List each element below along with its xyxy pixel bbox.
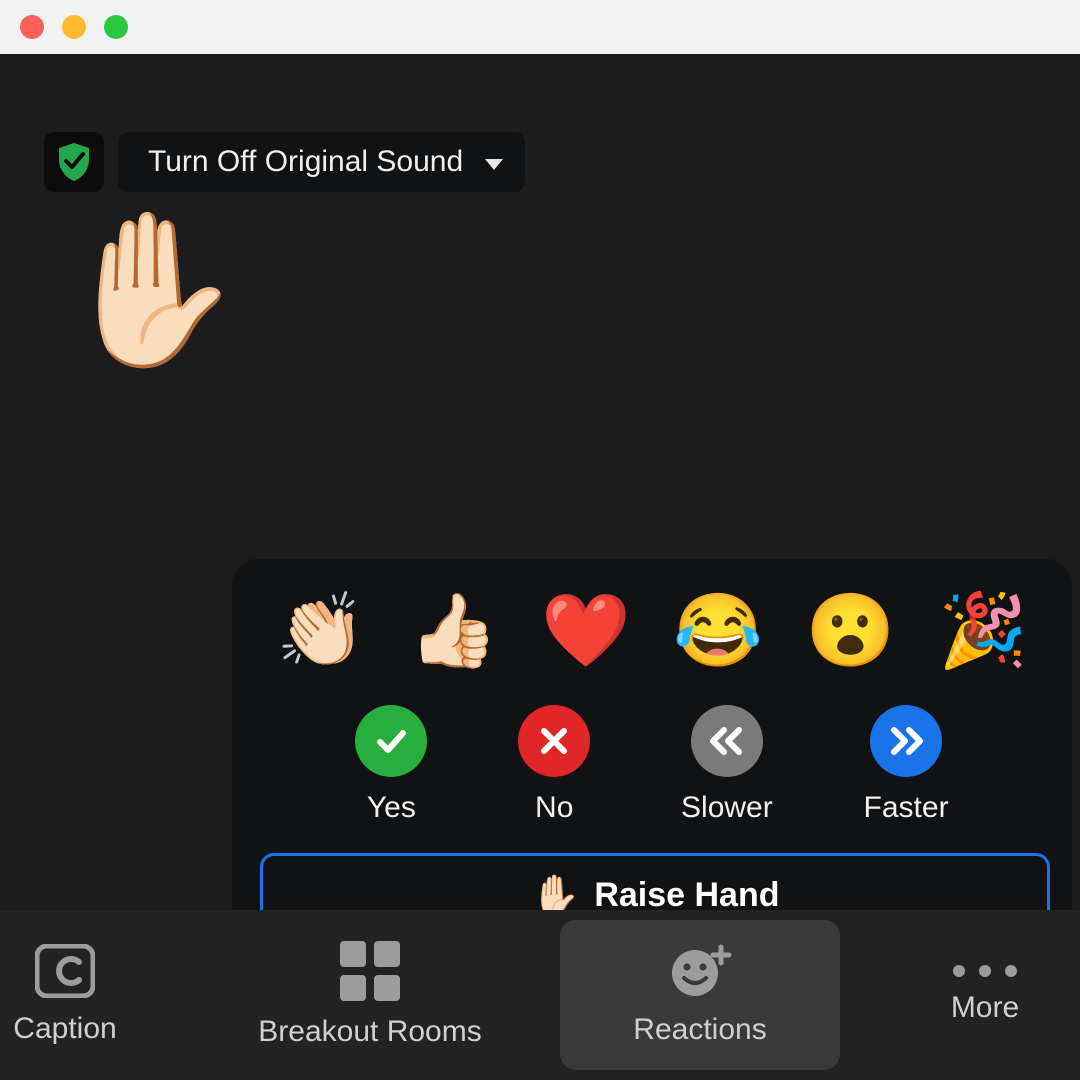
- shield-check-icon: [56, 142, 92, 182]
- reaction-emoji-row: 👏🏻 👍🏻 ❤️ 😂 😮 🎉: [260, 585, 1044, 675]
- feedback-faster[interactable]: Faster: [864, 705, 949, 825]
- window-titlebar: [0, 0, 1080, 54]
- original-sound-label: Turn Off Original Sound: [148, 145, 463, 179]
- video-area: Turn Off Original Sound ✋🏻 👏🏻 👍🏻 ❤️ 😂 😮 …: [0, 54, 1080, 910]
- raised-hand-indicator: ✋🏻: [58, 214, 245, 364]
- feedback-row: Yes No Slower Faster: [260, 705, 1044, 825]
- grid-icon: [340, 941, 400, 1001]
- x-circle-icon: [518, 705, 590, 777]
- chevrons-left-icon: [691, 705, 763, 777]
- traffic-light-minimize[interactable]: [62, 15, 86, 39]
- reaction-heart[interactable]: ❤️: [531, 585, 641, 675]
- chevrons-right-icon: [870, 705, 942, 777]
- raise-hand-label: Raise Hand: [594, 876, 779, 915]
- encryption-shield-button[interactable]: [44, 132, 104, 192]
- reaction-tada[interactable]: 🎉: [928, 585, 1038, 675]
- meeting-toolbar: Caption Breakout Rooms Reactions More: [0, 910, 1080, 1080]
- reaction-joy[interactable]: 😂: [663, 585, 773, 675]
- check-circle-icon: [355, 705, 427, 777]
- feedback-no[interactable]: No: [518, 705, 590, 825]
- feedback-yes[interactable]: Yes: [355, 705, 427, 825]
- toolbar-caption[interactable]: Caption: [0, 920, 170, 1070]
- feedback-slower-label: Slower: [681, 791, 773, 825]
- chevron-down-icon: [485, 159, 503, 170]
- reaction-wow[interactable]: 😮: [796, 585, 906, 675]
- smiley-plus-icon: [667, 943, 733, 999]
- toolbar-caption-label: Caption: [13, 1012, 116, 1046]
- traffic-light-zoom[interactable]: [104, 15, 128, 39]
- reaction-thumbs-up[interactable]: 👍🏻: [398, 585, 508, 675]
- toolbar-breakout-label: Breakout Rooms: [258, 1015, 481, 1049]
- toolbar-reactions[interactable]: Reactions: [560, 920, 840, 1070]
- toolbar-reactions-label: Reactions: [633, 1013, 766, 1047]
- original-sound-dropdown[interactable]: Turn Off Original Sound: [118, 132, 525, 192]
- traffic-light-close[interactable]: [20, 15, 44, 39]
- live-caption-icon: [35, 944, 95, 998]
- ellipsis-icon: [953, 965, 1017, 977]
- feedback-no-label: No: [535, 791, 573, 825]
- reactions-popover: 👏🏻 👍🏻 ❤️ 😂 😮 🎉 Yes No: [232, 559, 1072, 959]
- feedback-yes-label: Yes: [367, 791, 416, 825]
- toolbar-more-label: More: [951, 991, 1019, 1025]
- feedback-faster-label: Faster: [864, 791, 949, 825]
- feedback-slower[interactable]: Slower: [681, 705, 773, 825]
- reaction-clap[interactable]: 👏🏻: [266, 585, 376, 675]
- toolbar-more[interactable]: More: [870, 920, 1080, 1070]
- toolbar-breakout-rooms[interactable]: Breakout Rooms: [190, 920, 550, 1070]
- top-controls: Turn Off Original Sound: [44, 132, 525, 192]
